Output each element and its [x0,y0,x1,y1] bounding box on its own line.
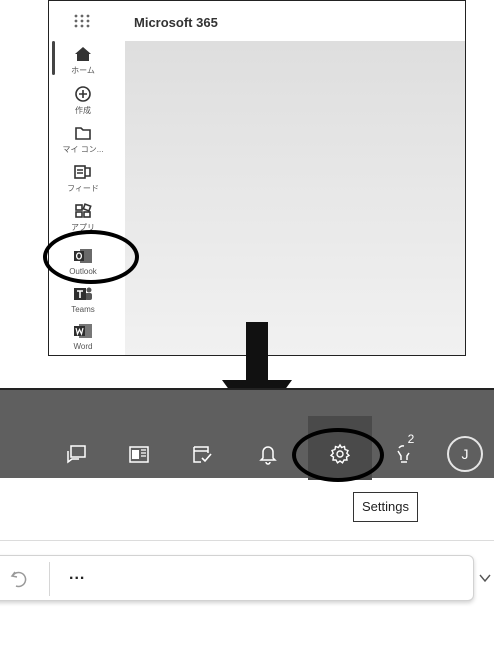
rail-item-word[interactable]: Word [49,322,117,351]
settings-tooltip: Settings [353,492,418,522]
home-icon [73,45,93,63]
microsoft-365-window: ホーム 作成 マイ コン... フィード アプリ Outlook Teams W… [48,0,466,356]
my-day-icon [127,442,151,466]
rail-item-label: Teams [71,305,95,314]
separator [49,562,50,596]
chevron-down-icon[interactable] [479,573,491,583]
ribbon-bar: ... [0,555,474,601]
outlook-window: 2 J Settings ... [0,388,494,650]
rail-item-label: 作成 [75,106,91,115]
home-content-area [125,41,465,355]
teams-icon [73,285,93,303]
outlook-highlight-circle [43,230,139,284]
outlook-top-toolbar: 2 J [0,390,494,480]
rail-item-my-content[interactable]: マイ コン... [49,124,117,155]
apps-icon [73,202,93,220]
feedback-button[interactable] [65,442,89,466]
rail-item-label: ホーム [71,66,95,75]
app-title: Microsoft 365 [134,15,218,30]
rail-item-create[interactable]: 作成 [49,85,117,116]
rail-item-home[interactable]: ホーム [49,45,117,76]
rail-item-teams[interactable]: Teams [49,285,117,314]
divider [0,540,494,541]
content-area [0,614,494,650]
my-day-button[interactable] [127,442,151,466]
app-launcher-waffle-icon[interactable] [73,13,91,29]
create-plus-icon [73,85,93,103]
feed-icon [73,163,93,181]
word-icon [73,322,93,340]
instruction-figure: ホーム 作成 マイ コン... フィード アプリ Outlook Teams W… [0,0,494,650]
account-avatar[interactable]: J [447,436,483,472]
tips-badge: 2 [407,432,415,446]
undo-button[interactable] [9,569,29,589]
rail-item-label: Word [73,342,93,351]
more-options-button[interactable]: ... [69,566,85,584]
bell-icon [256,442,280,466]
notifications-button[interactable] [256,442,280,466]
tasks-button[interactable] [190,442,214,466]
tasks-icon [190,442,214,466]
folder-icon [73,124,93,142]
app-rail: ホーム 作成 マイ コン... フィード アプリ Outlook Teams W… [49,1,117,355]
undo-icon [9,569,29,589]
rail-item-feed[interactable]: フィード [49,163,117,194]
rail-item-apps[interactable]: アプリ [49,202,117,233]
settings-highlight-circle [292,428,384,482]
rail-item-label: フィード [67,184,99,193]
feedback-icon [65,442,89,466]
rail-item-label: マイ コン... [62,145,104,154]
